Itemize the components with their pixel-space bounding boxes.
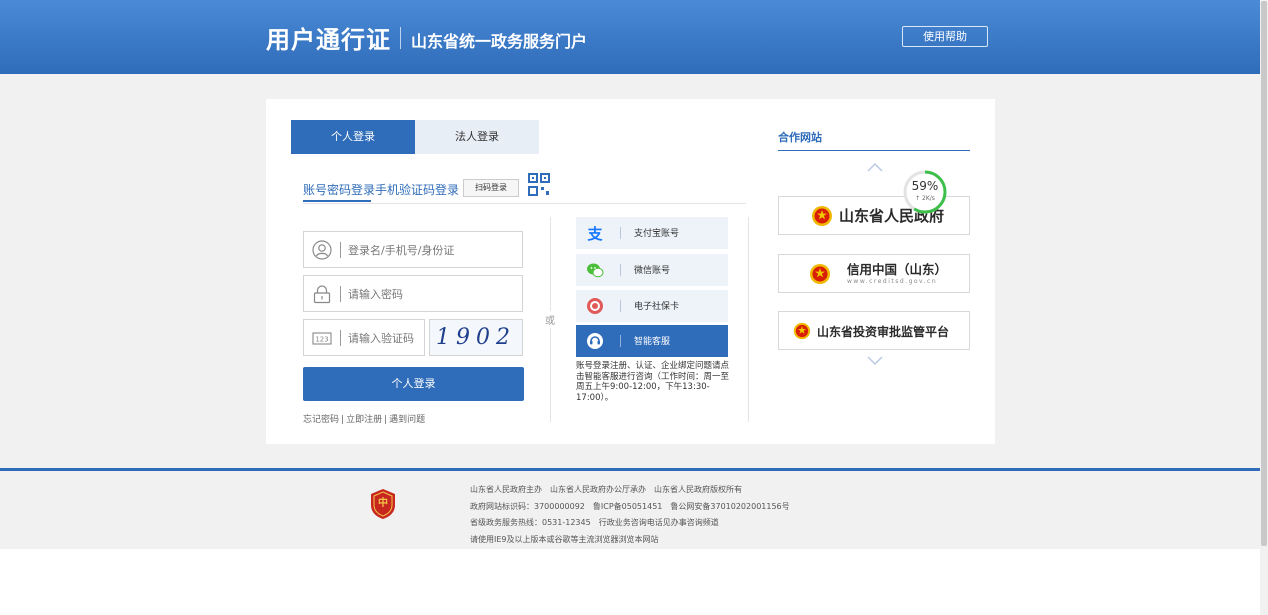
captcha-field: 123 (303, 319, 425, 356)
page-scrollbar[interactable] (1260, 0, 1268, 615)
login-card: 个人登录 法人登录 账号密码登录 手机验证码登录 扫码登录 登录名/手机号/身份… (266, 99, 995, 444)
svg-text:123: 123 (315, 336, 328, 344)
subtab-sms-login[interactable]: 手机验证码登录 (375, 181, 459, 198)
partners-title: 合作网站 (778, 131, 822, 144)
field-divider (340, 330, 341, 346)
footer-line-sponsor: 山东省人民政府主办 山东省人民政府办公厅承办 山东省人民政府版权所有 (470, 485, 742, 494)
field-divider (340, 242, 341, 258)
footer-info: 山东省人民政府主办 山东省人民政府办公厅承办 山东省人民政府版权所有 政府网站标… (470, 482, 790, 548)
speed-rate: ↑ 2K/s (915, 195, 935, 202)
footer-line-icp: 政府网站标识码：3700000092 鲁ICP备05051451 鲁公网安备37… (470, 501, 790, 511)
active-subtab-indicator (303, 200, 371, 202)
username-field (303, 231, 523, 268)
wechat-icon (587, 263, 604, 278)
button-divider (620, 300, 621, 312)
qr-code-icon[interactable] (528, 173, 550, 197)
national-emblem-icon (812, 206, 832, 226)
footer: 中 山东省人民政府主办 山东省人民政府办公厅承办 山东省人民政府版权所有 政府网… (0, 471, 1260, 549)
tab-personal-login[interactable]: 个人登录 (291, 120, 415, 154)
smart-service-label: 智能客服 (634, 337, 671, 347)
scan-login-button[interactable]: 扫码登录 (463, 179, 519, 197)
social-card-login-button[interactable]: 电子社保卡 (576, 290, 728, 322)
header-bar: 用户通行证 山东省统一政务服务门户 使用帮助 (0, 0, 1260, 74)
wechat-login-label: 微信账号 (634, 266, 671, 276)
register-link[interactable]: 立即注册 (346, 415, 382, 425)
link-separator: | (384, 415, 388, 425)
subtab-divider (303, 203, 746, 204)
footer-line-hotline: 省级政务服务热线：0531-12345 行政业务咨询电话见办事咨询频道 (470, 518, 719, 527)
forgot-password-link[interactable]: 忘记密码 (303, 415, 339, 425)
service-icon (587, 333, 603, 349)
personal-login-button[interactable]: 个人登录 (303, 367, 524, 401)
button-divider (620, 264, 621, 276)
or-label: 或 (545, 311, 555, 328)
help-links: 忘记密码 | 立即注册 | 遇到问题 (303, 412, 425, 425)
partner-investment-platform[interactable]: 山东省投资审批监管平台 (778, 311, 970, 350)
user-icon (312, 240, 332, 260)
captcha-input[interactable] (348, 328, 422, 348)
subtab-password-login[interactable]: 账号密码登录 (303, 181, 375, 198)
wechat-login-button[interactable]: 微信账号 (576, 254, 728, 286)
link-separator: | (341, 415, 345, 425)
password-input[interactable] (348, 284, 508, 304)
brand-subtitle: 山东省统一政务服务门户 (411, 32, 588, 51)
party-government-logo-icon: 中 (371, 489, 395, 519)
password-field (303, 275, 523, 312)
username-input[interactable] (348, 240, 508, 260)
service-note: 账号登录注册、认证、企业绑定问题请点击智能客服进行咨询（工作时间：周一至周五上午… (576, 361, 730, 403)
help-button[interactable]: 使用帮助 (902, 26, 988, 47)
button-divider (620, 335, 621, 347)
network-speed-widget[interactable]: 59% ↑ 2K/s (902, 169, 948, 215)
field-divider (340, 286, 341, 302)
alipay-icon: 支 (586, 225, 603, 242)
footer-line-browser: 请使用IE9及以上版本或谷歌等主流浏览器浏览本网站 (470, 534, 659, 544)
national-emblem-icon (810, 264, 830, 284)
alipay-login-button[interactable]: 支 支付宝账号 (576, 217, 728, 249)
social-card-icon (587, 298, 603, 314)
problem-link[interactable]: 遇到问题 (389, 415, 425, 425)
speed-percent: 59% (911, 179, 939, 193)
scrollbar-thumb[interactable] (1261, 1, 1267, 546)
brand-divider (400, 27, 401, 49)
lock-icon (313, 285, 331, 304)
numeric-code-icon: 123 (312, 332, 332, 345)
partner-label: 山东省投资审批监管平台 (817, 325, 950, 339)
alipay-login-label: 支付宝账号 (634, 229, 680, 239)
national-emblem-icon (793, 322, 811, 340)
svg-text:中: 中 (378, 496, 388, 509)
partners-title-underline (778, 150, 970, 151)
svg-text:支: 支 (586, 225, 603, 242)
partner-label: 信用中国（山东） (847, 262, 948, 277)
partner-url: www.creditsd.gov.cn (847, 278, 938, 285)
button-divider (620, 227, 621, 239)
column-divider (748, 217, 749, 422)
social-card-login-label: 电子社保卡 (634, 302, 680, 312)
captcha-image[interactable]: 1902 (429, 319, 523, 356)
partner-credit-china-shandong[interactable]: 信用中国（山东） www.creditsd.gov.cn (778, 254, 970, 293)
tab-corporate-login[interactable]: 法人登录 (415, 120, 539, 154)
smart-service-button[interactable]: 智能客服 (576, 325, 728, 357)
brand-title: 用户通行证 (266, 26, 391, 54)
chevron-down-icon[interactable] (866, 355, 884, 367)
chevron-up-icon[interactable] (866, 161, 884, 173)
